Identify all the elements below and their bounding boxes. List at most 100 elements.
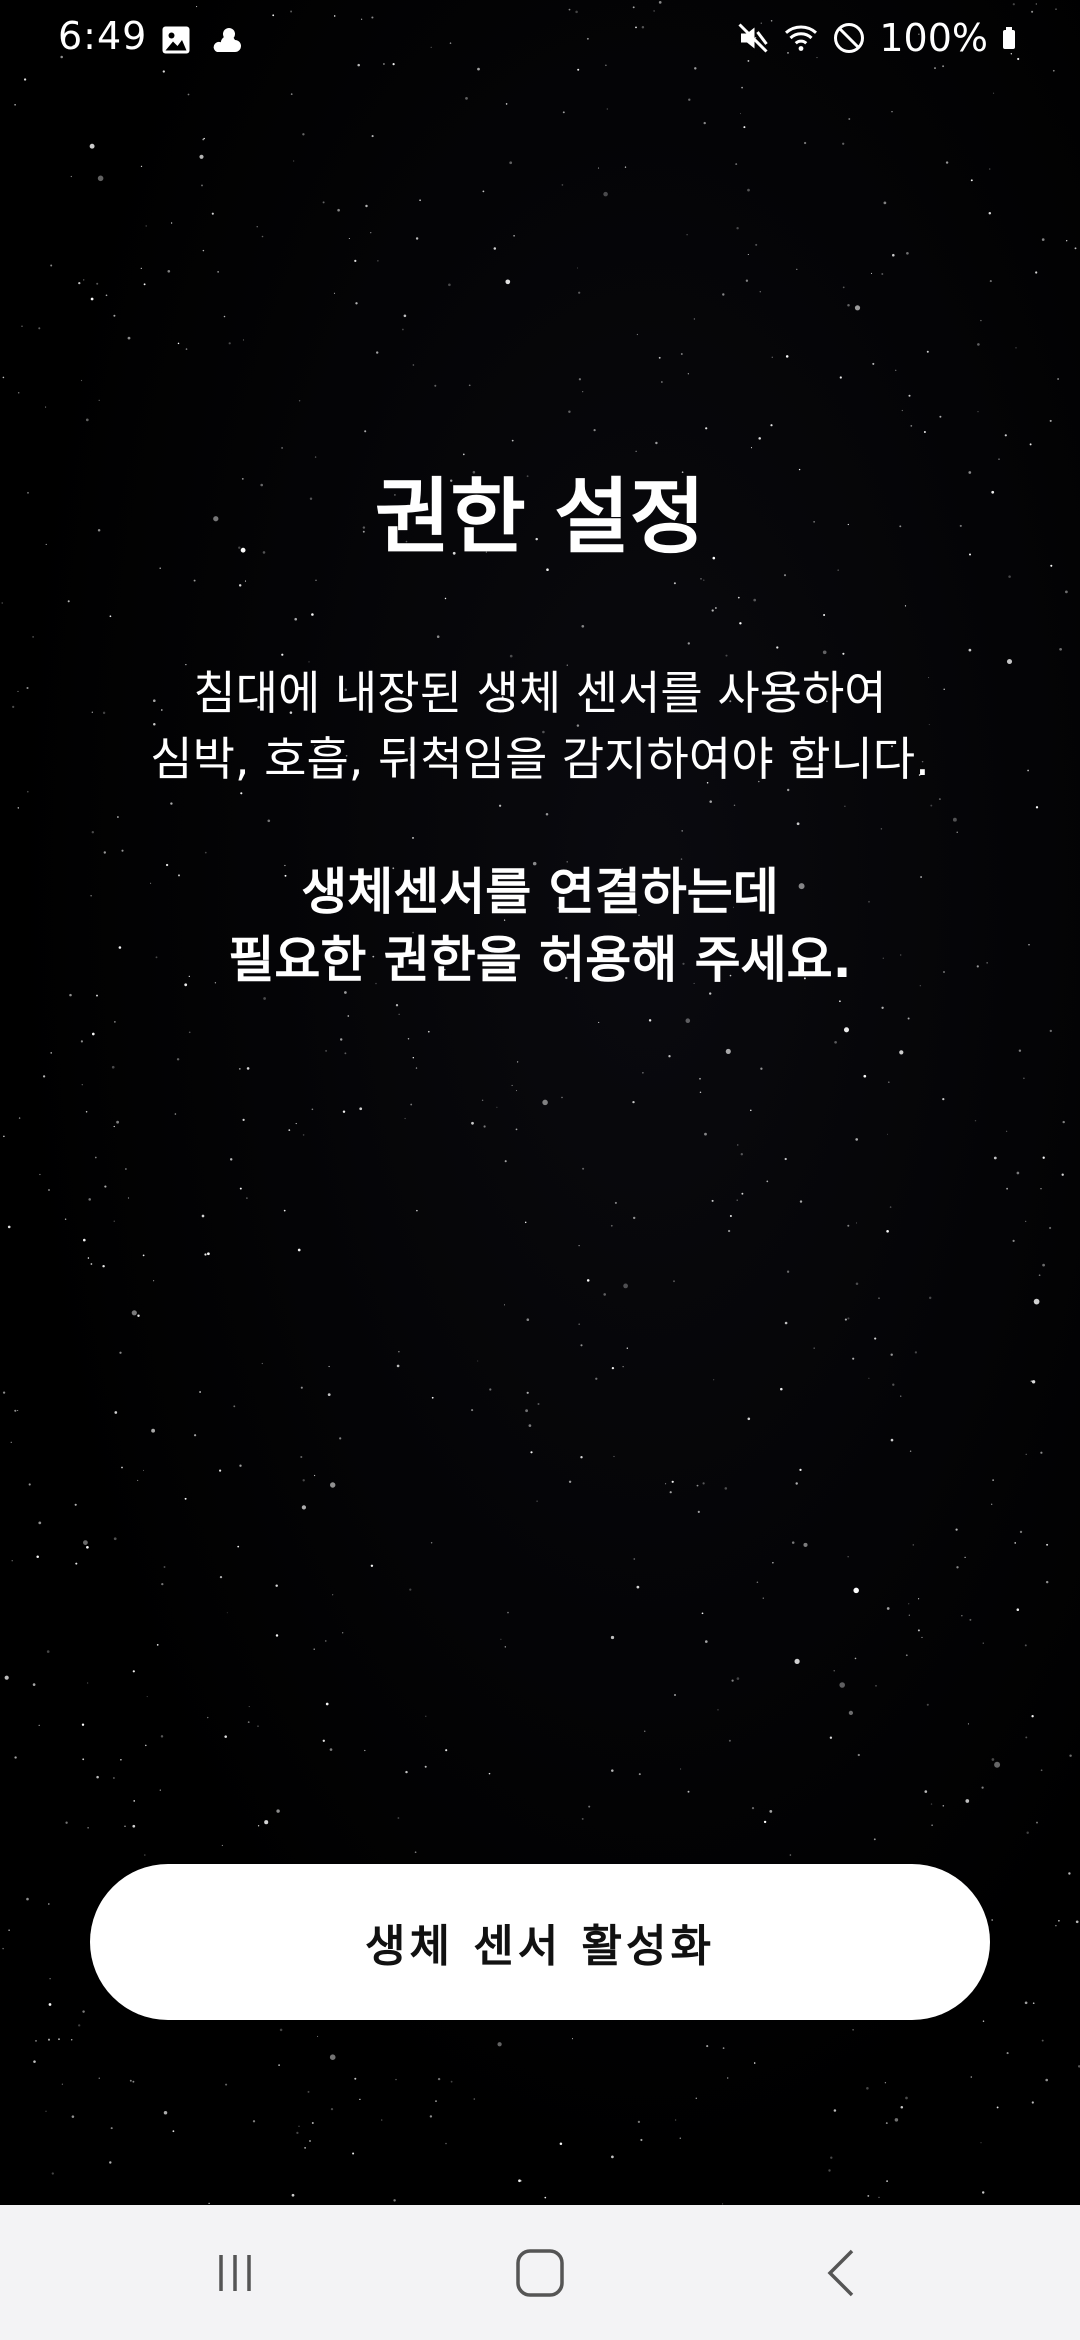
star — [302, 1479, 305, 1482]
star — [493, 247, 497, 250]
star — [98, 2077, 100, 2079]
star — [8, 1929, 10, 1931]
star — [1046, 1543, 1049, 1546]
star — [886, 2180, 888, 2182]
star — [50, 264, 53, 267]
star — [395, 1004, 399, 1007]
star — [747, 188, 750, 192]
star — [26, 1897, 29, 1901]
star — [91, 831, 94, 834]
star — [901, 409, 903, 412]
star — [1018, 1049, 1022, 1052]
star — [129, 2079, 132, 2082]
star — [116, 816, 119, 818]
star — [419, 199, 421, 202]
star — [90, 297, 94, 301]
star — [834, 1040, 837, 1044]
star — [161, 1582, 164, 1586]
star — [852, 1357, 855, 1360]
star — [1074, 247, 1077, 250]
star — [968, 648, 972, 652]
star — [737, 1144, 739, 1146]
home-button[interactable] — [440, 2205, 640, 2340]
star — [142, 1254, 145, 1257]
star — [38, 1724, 40, 1727]
star — [397, 1817, 400, 1819]
star — [926, 350, 929, 353]
star — [377, 260, 379, 262]
star — [561, 1096, 563, 1099]
star — [267, 819, 271, 823]
star — [202, 138, 205, 141]
recents-icon — [219, 2254, 251, 2291]
recents-button[interactable] — [135, 2205, 335, 2340]
star — [70, 2039, 73, 2041]
star — [967, 1723, 969, 1725]
star — [610, 1224, 613, 1227]
star — [735, 163, 738, 166]
star — [687, 642, 690, 645]
star — [409, 1588, 412, 1591]
star — [688, 98, 691, 101]
star — [939, 415, 942, 418]
star — [145, 225, 147, 227]
star — [217, 271, 219, 273]
star — [736, 1199, 738, 1201]
star — [376, 351, 379, 354]
star — [477, 1360, 479, 1362]
star — [623, 1283, 628, 1289]
star — [483, 1125, 486, 1128]
star — [219, 1575, 223, 1579]
star — [503, 1304, 506, 1306]
star — [895, 369, 897, 371]
star — [970, 179, 973, 182]
star — [1062, 1120, 1065, 1124]
star — [112, 1777, 115, 1779]
star — [581, 624, 585, 628]
star — [119, 1351, 122, 1354]
star — [380, 2119, 383, 2121]
star — [174, 1113, 177, 1115]
star — [611, 1366, 615, 1370]
star — [393, 2199, 396, 2202]
star — [143, 1469, 144, 1471]
back-button[interactable] — [742, 2205, 942, 2340]
star — [14, 1409, 17, 1412]
star — [504, 1160, 507, 1163]
star — [839, 1000, 841, 1003]
star — [980, 319, 982, 322]
star — [283, 1209, 286, 1212]
star — [436, 635, 440, 638]
description-line: 심박, 호흡, 뒤척임을 감지하여야 합니다. — [150, 732, 930, 786]
star — [404, 1117, 406, 1120]
star — [414, 1851, 417, 1854]
star — [855, 1138, 859, 1141]
star — [28, 1483, 31, 1486]
star — [1035, 271, 1038, 274]
star — [509, 161, 513, 165]
star — [293, 160, 295, 162]
star — [784, 1157, 787, 1161]
star — [988, 168, 991, 170]
star — [695, 2097, 698, 2100]
activate-sensor-button[interactable]: 생체 센서 활성화 — [90, 1864, 990, 2020]
star — [578, 291, 581, 294]
star — [281, 446, 284, 449]
star — [924, 1790, 928, 1793]
star — [1029, 443, 1032, 446]
star — [511, 1084, 513, 1086]
star — [395, 2078, 397, 2081]
star — [291, 2193, 295, 2197]
star — [828, 2169, 831, 2172]
star — [188, 1031, 191, 1034]
star — [85, 418, 89, 422]
star — [281, 653, 284, 656]
star — [648, 1019, 652, 1022]
star — [546, 568, 549, 571]
star — [880, 828, 883, 830]
star — [1025, 1453, 1027, 1455]
star — [1035, 806, 1039, 809]
star — [731, 1679, 734, 1682]
star — [904, 605, 907, 607]
star — [942, 1097, 945, 1101]
